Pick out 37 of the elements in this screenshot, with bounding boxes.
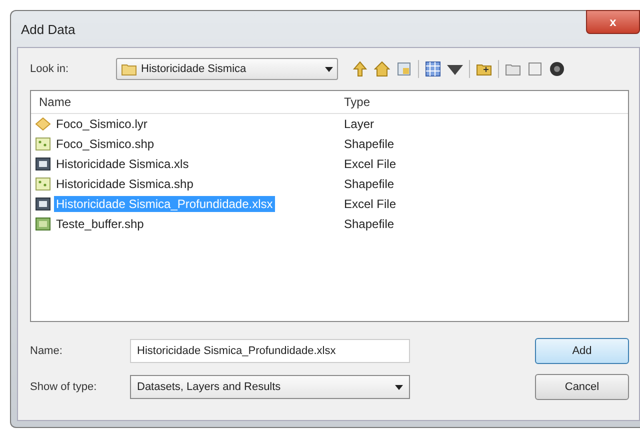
- spreadsheet-icon: [35, 156, 51, 172]
- shapefile-icon: [35, 176, 51, 192]
- look-in-label: Look in:: [30, 63, 70, 75]
- column-header[interactable]: Name: [31, 95, 336, 109]
- raster-icon: [35, 216, 51, 232]
- connect-folder-icon[interactable]: [396, 61, 412, 77]
- file-type: Layer: [343, 117, 376, 131]
- file-name[interactable]: Historicidade Sismica.shp: [54, 176, 196, 192]
- close-button[interactable]: x: [586, 10, 640, 34]
- file-name[interactable]: Foco_Sismico.shp: [54, 136, 156, 152]
- name-label: Name:: [30, 345, 64, 357]
- file-type: Shapefile: [343, 177, 396, 191]
- database-icon[interactable]: [549, 61, 565, 77]
- caret-icon: [325, 66, 333, 72]
- shapefile-icon: [35, 136, 51, 152]
- add-button[interactable]: Add: [535, 338, 629, 364]
- type-label: Show of type:: [30, 381, 98, 393]
- cancel-button[interactable]: Cancel: [535, 374, 629, 400]
- file-name[interactable]: Historicidade Sismica.xls: [54, 156, 191, 172]
- window-title: Add Data: [20, 22, 76, 36]
- look-in-dropdown[interactable]: Historicidade Sismica: [116, 58, 338, 80]
- home-icon[interactable]: [374, 61, 390, 77]
- name-field[interactable]: Historicidade Sismica_Profundidade.xlsx: [130, 339, 410, 363]
- document-icon[interactable]: [527, 61, 543, 77]
- up-arrow-icon[interactable]: [352, 61, 368, 77]
- file-type: Excel File: [343, 197, 398, 211]
- spreadsheet-icon: [35, 196, 51, 212]
- file-type: Shapefile: [343, 217, 396, 231]
- file-name[interactable]: Teste_buffer.shp: [54, 216, 146, 232]
- caret-icon: [395, 384, 403, 390]
- diamond-icon: [35, 116, 51, 132]
- file-type: Shapefile: [343, 137, 396, 151]
- grid-view-icon[interactable]: [425, 61, 441, 77]
- type-dropdown[interactable]: Datasets, Layers and Results: [130, 375, 410, 399]
- file-type: Excel File: [343, 157, 398, 171]
- column-header[interactable]: Type: [336, 95, 628, 109]
- file-name[interactable]: Foco_Sismico.lyr: [54, 116, 150, 132]
